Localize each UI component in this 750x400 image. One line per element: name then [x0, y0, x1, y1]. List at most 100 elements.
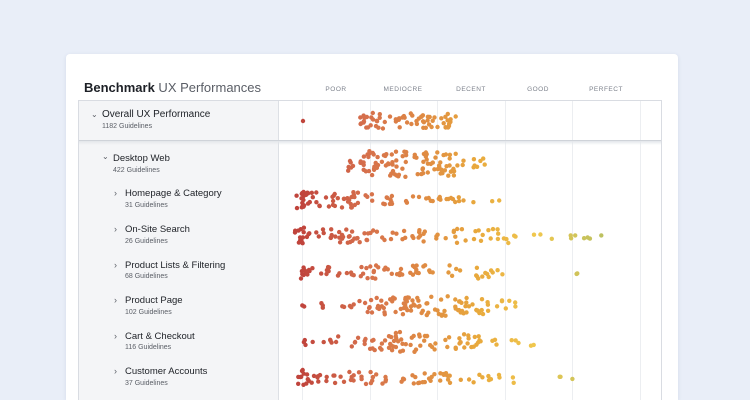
guideline-dot: [490, 226, 496, 232]
guideline-dot: [463, 238, 468, 243]
guideline-dot: [332, 373, 337, 378]
guideline-dot: [379, 298, 384, 303]
guideline-dot: [447, 152, 453, 157]
guideline-dot: [317, 372, 323, 378]
guideline-dot: [488, 268, 494, 273]
guideline-dot: [412, 349, 417, 354]
guideline-dot: [349, 205, 354, 210]
guideline-dot: [573, 233, 578, 238]
guideline-dot: [326, 269, 331, 274]
guideline-dot: [453, 234, 458, 239]
guideline-dot: [370, 374, 376, 380]
guideline-dot: [367, 346, 373, 351]
guideline-dot: [421, 239, 426, 244]
guideline-dot: [558, 374, 563, 379]
guideline-dot: [338, 374, 343, 379]
guideline-dot: [423, 154, 428, 159]
guideline-dot: [320, 303, 325, 308]
guideline-dot: [403, 153, 409, 158]
guideline-dot: [446, 196, 451, 202]
guideline-dot: [400, 341, 405, 346]
guideline-dot: [369, 310, 375, 315]
guideline-dot: [386, 161, 391, 166]
guideline-dot: [365, 194, 370, 199]
guideline-dot: [366, 154, 371, 160]
guideline-dot: [396, 174, 401, 179]
guideline-dot: [379, 347, 384, 352]
guideline-dot: [443, 236, 448, 241]
guideline-dot: [384, 301, 389, 306]
guideline-dot: [310, 195, 315, 200]
guideline-dot: [328, 338, 333, 343]
guideline-dot: [393, 117, 398, 122]
guideline-dot: [300, 235, 306, 240]
guideline-dot: [393, 309, 398, 315]
guideline-dot: [349, 305, 354, 310]
guideline-dot: [495, 236, 501, 242]
guideline-dot: [414, 263, 419, 268]
guideline-dot: [446, 173, 451, 178]
guideline-dot: [387, 114, 393, 119]
guideline-dot: [464, 295, 469, 301]
guideline-dot: [421, 264, 426, 269]
guideline-dot: [355, 190, 361, 195]
guideline-dot: [386, 345, 392, 350]
guideline-dot: [455, 226, 460, 232]
guideline-dot: [425, 301, 430, 306]
guideline-dot: [376, 125, 381, 130]
guideline-dot: [309, 380, 314, 385]
guideline-dot: [422, 229, 427, 234]
guideline-dot: [368, 297, 374, 303]
guideline-dot: [453, 345, 458, 350]
guideline-dot: [479, 307, 484, 313]
guideline-dot: [422, 379, 427, 385]
guideline-dot: [485, 302, 491, 307]
guideline-dot: [465, 341, 470, 346]
guideline-dot: [421, 125, 426, 130]
guideline-dot: [323, 195, 329, 200]
guideline-dot: [350, 163, 356, 169]
guideline-dot: [310, 339, 315, 345]
guideline-dot: [453, 114, 458, 119]
guideline-dot: [422, 338, 427, 343]
guideline-dot: [394, 164, 399, 169]
guideline-dot: [438, 160, 443, 165]
guideline-dot: [381, 305, 386, 311]
guideline-dot: [321, 230, 326, 236]
guideline-dot: [513, 304, 518, 309]
guideline-dot: [347, 158, 353, 164]
guideline-dot: [335, 196, 340, 201]
guideline-dot: [425, 161, 431, 166]
guideline-dot: [451, 173, 457, 178]
guideline-dot: [368, 264, 373, 269]
guideline-dot: [496, 231, 501, 236]
guideline-dot: [351, 273, 356, 278]
guideline-dot: [344, 227, 349, 232]
guideline-dot: [351, 373, 356, 378]
guideline-dot: [425, 114, 431, 119]
guideline-dot: [503, 306, 508, 311]
guideline-dot: [370, 275, 375, 280]
guideline-dot: [358, 160, 363, 165]
guideline-dot: [349, 344, 354, 349]
guideline-dot: [445, 294, 450, 299]
guideline-dot: [417, 229, 422, 235]
guideline-dot: [475, 308, 480, 313]
guideline-dot: [408, 308, 414, 313]
guideline-dot: [300, 241, 305, 246]
guideline-dot: [316, 379, 321, 384]
guideline-dot: [388, 197, 393, 202]
guideline-dot: [411, 381, 416, 386]
guideline-dot: [453, 304, 458, 309]
guideline-dot: [513, 338, 518, 343]
guideline-dot: [461, 311, 466, 316]
guideline-dot: [575, 271, 580, 276]
guideline-dot: [408, 111, 413, 116]
guideline-dot: [494, 304, 500, 309]
guideline-dot: [399, 337, 404, 342]
guideline-dot: [461, 158, 466, 163]
guideline-dot: [420, 167, 425, 172]
guideline-dot: [483, 270, 488, 276]
guideline-dot: [372, 347, 377, 353]
guideline-dot: [390, 160, 395, 165]
